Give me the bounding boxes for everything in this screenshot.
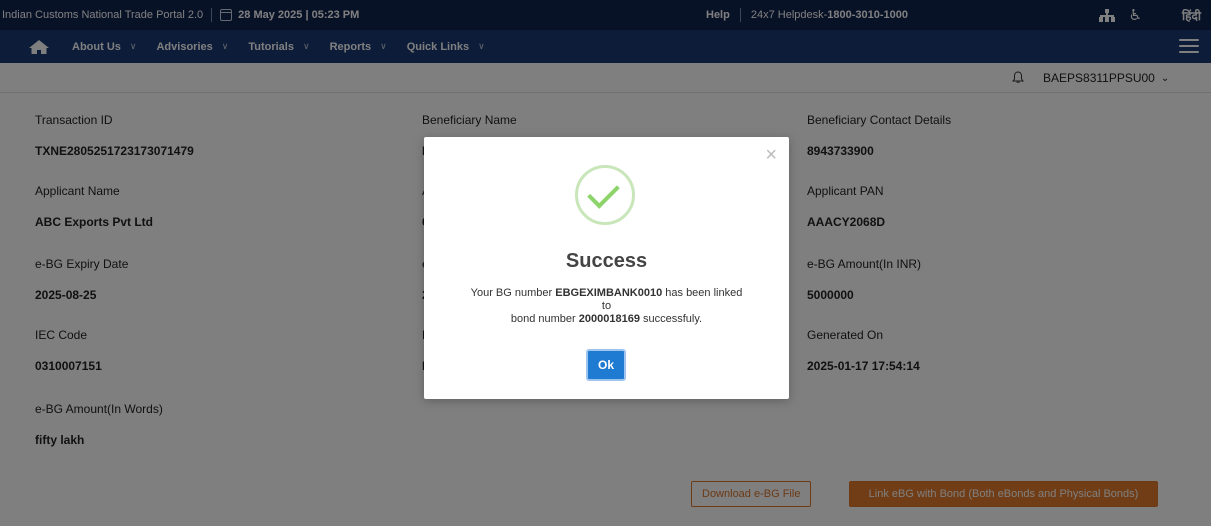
msg-text: to <box>601 300 612 312</box>
msg-text: bond number <box>510 313 579 325</box>
bg-number: EBGEXIMBANK0010 <box>555 287 663 299</box>
dialog-title: Success <box>565 250 648 272</box>
ok-button[interactable]: Ok <box>586 349 626 381</box>
msg-text: successfuly. <box>639 313 703 325</box>
msg-text: Your BG number <box>470 287 556 299</box>
dialog-message: Your BG number EBGEXIMBANK0010 has been … <box>454 287 759 326</box>
success-check-icon <box>575 165 635 225</box>
bond-number: 2000018169 <box>578 313 640 325</box>
success-dialog: × Success Your BG number EBGEXIMBANK0010… <box>424 137 789 399</box>
msg-text: has been linked <box>662 287 743 299</box>
close-icon[interactable]: × <box>765 145 777 165</box>
